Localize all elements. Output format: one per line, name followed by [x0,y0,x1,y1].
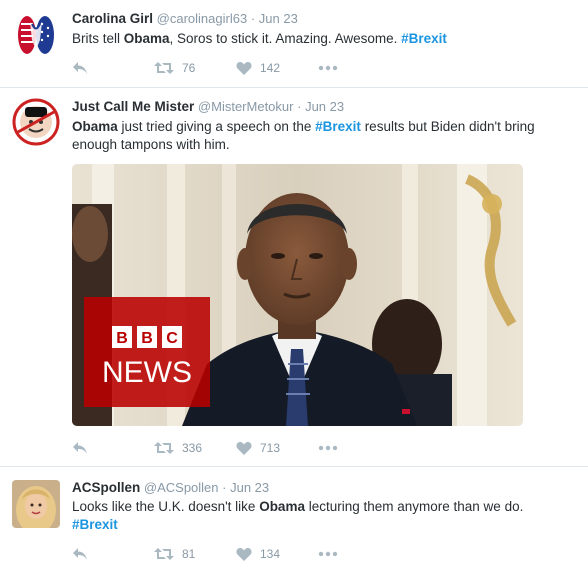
avatar[interactable] [12,98,60,146]
reply-icon [73,442,87,454]
reply-icon [73,62,87,74]
like-count: 713 [260,441,281,455]
tweet-actions: 336 713 [72,438,338,458]
profile-photo-avatar-image [12,480,60,528]
like-count: 142 [260,61,281,75]
tweet: ACSpollen @ACSpollen · Jun 23 Looks like… [0,467,588,569]
tweet-text-segment: just tried giving a speech on the [117,119,316,134]
reply-icon [73,548,87,560]
tweet-timestamp[interactable]: Jun 23 [259,11,298,26]
flip-flops-avatar-image [12,10,60,58]
more-button[interactable] [318,65,338,71]
mister-logo-avatar-image [12,98,60,146]
reply-button[interactable] [72,61,154,75]
retweet-button[interactable]: 76 [154,61,236,75]
more-button[interactable] [318,445,338,451]
retweet-button[interactable]: 81 [154,547,236,561]
tweet-text: Brits tell Obama, Soros to stick it. Ama… [72,30,572,48]
tweet-text-bold: Obama [72,119,118,134]
tweet-header: Just Call Me Mister @MisterMetokur · Jun… [72,99,344,114]
like-icon [236,548,252,561]
svg-text:B: B [141,330,153,347]
retweet-icon [154,548,174,560]
author-name[interactable]: Just Call Me Mister [72,99,194,114]
hashtag-link[interactable]: #Brexit [315,119,361,134]
tweet-header: ACSpollen @ACSpollen · Jun 23 [72,480,269,495]
tweet-text-segment: lecturing them anymore than we do. [304,499,524,514]
svg-text:C: C [166,330,178,347]
tweet-timestamp[interactable]: Jun 23 [230,480,269,495]
retweet-button[interactable]: 336 [154,441,236,455]
retweet-count: 336 [182,441,203,455]
like-icon [236,62,252,75]
hashtag-link[interactable]: #Brexit [72,517,118,532]
svg-text:B: B [116,330,128,347]
tweet-actions: 81 134 [72,544,338,564]
like-icon [236,442,252,455]
tweet-timestamp[interactable]: Jun 23 [305,99,344,114]
retweet-icon [154,62,174,74]
author-name[interactable]: ACSpollen [72,480,140,495]
tweet-text-bold: Obama [259,499,305,514]
more-icon [318,65,338,71]
tweet-header: Carolina Girl @carolinagirl63 · Jun 23 [72,11,298,26]
avatar[interactable] [12,10,60,58]
tweet-text-segment: Brits tell [72,31,124,46]
like-button[interactable]: 134 [236,547,318,561]
tweet-text-bold: Obama [123,31,170,46]
tweet-text: Looks like the U.K. doesn't like Obama l… [72,498,572,534]
retweet-count: 81 [182,547,196,561]
retweet-icon [154,442,174,454]
author-handle[interactable]: @ACSpollen [144,480,219,495]
tweet-media-image[interactable]: B B C NEWS [72,164,523,426]
tweet-text-segment: Looks like the U.K. doesn't like [72,499,260,514]
tweet-actions: 76 142 [72,58,338,78]
separator-dot: · [250,11,256,26]
more-icon [318,551,338,557]
author-name[interactable]: Carolina Girl [72,11,153,26]
bbc-news-text: NEWS [102,356,192,389]
tweet-text-segment: , Soros to stick it. Amazing. Awesome. [169,31,402,46]
tweet-text: Obama just tried giving a speech on the … [72,118,572,154]
tweet: Just Call Me Mister @MisterMetokur · Jun… [0,88,588,467]
retweet-count: 76 [182,61,196,75]
reply-button[interactable] [72,547,154,561]
author-handle[interactable]: @MisterMetokur [198,99,294,114]
author-handle[interactable]: @carolinagirl63 [157,11,248,26]
more-icon [318,445,338,451]
separator-dot: · [297,99,302,114]
news-photo: B B C NEWS [72,164,523,426]
like-button[interactable]: 142 [236,61,318,75]
avatar[interactable] [12,480,60,528]
bbc-news-logo [84,297,210,407]
hashtag-link[interactable]: #Brexit [401,31,447,46]
reply-button[interactable] [72,441,154,455]
like-count: 134 [260,547,281,561]
like-button[interactable]: 713 [236,441,318,455]
separator-dot: · [222,480,227,495]
tweet: Carolina Girl @carolinagirl63 · Jun 23 B… [0,0,588,88]
more-button[interactable] [318,551,338,557]
